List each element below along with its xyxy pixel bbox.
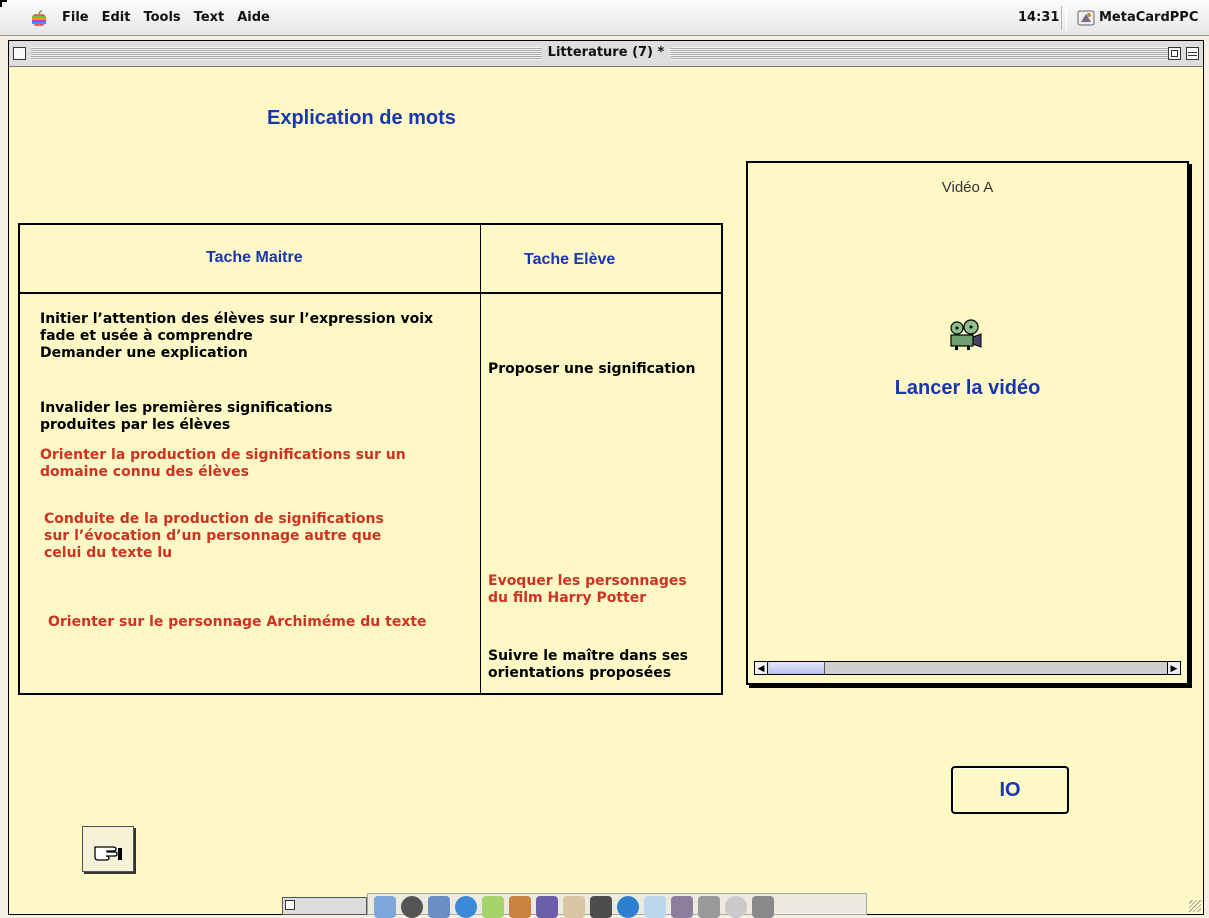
master-task-4: Conduite de la production de significati… [44, 511, 384, 562]
master-task-3: Orienter la production de significations… [40, 447, 406, 481]
apple-menu-icon[interactable] [30, 10, 48, 28]
launch-video-button[interactable]: Lancer la vidéo [748, 377, 1187, 400]
stack-window: Litterature (7) * Explication de mots Ta… [8, 40, 1204, 915]
menu-aide[interactable]: Aide [237, 10, 270, 25]
window-title: Litterature (7) * [541, 45, 671, 60]
menu-separator [1061, 6, 1067, 30]
task-line: Proposer une signification [488, 361, 696, 377]
video-horizontal-scrollbar[interactable]: ◀ ▶ [754, 661, 1181, 675]
task-line: Orienter la production de significations… [40, 447, 406, 463]
menu-tools[interactable]: Tools [143, 10, 180, 25]
zoom-box[interactable] [1168, 47, 1181, 60]
page-title: Explication de mots [267, 107, 456, 129]
scroll-left-arrow-icon[interactable]: ◀ [755, 662, 768, 674]
menu-edit[interactable]: Edit [102, 10, 131, 25]
video-title: Vidéo A [941, 179, 994, 196]
metacard-app-icon[interactable] [1077, 9, 1095, 27]
pointing-hand-icon [94, 846, 122, 861]
video-panel[interactable]: Vidéo A Lancer la vidéo ◀ ▶ [746, 161, 1189, 685]
master-task-1: Initier l’attention des élèves sur l’exp… [40, 311, 433, 362]
master-task-5: Orienter sur le personnage Archiméme du … [48, 614, 427, 631]
task-line: domaine connu des élèves [40, 464, 249, 480]
task-line: Initier l’attention des élèves sur l’exp… [40, 311, 434, 327]
menu-clock[interactable]: 14:31 [1018, 10, 1059, 25]
task-line: Invalider les premières significations [40, 400, 333, 416]
student-task-1: Proposer une signification [488, 361, 695, 378]
menu-bar: File Edit Tools Text Aide 14:31 MetaCard… [0, 0, 1209, 36]
minimized-window[interactable] [282, 897, 367, 915]
task-line: Suivre le maître dans ses [488, 648, 689, 664]
header-master: Tache Maitre [206, 249, 303, 266]
task-line: Conduite de la production de significati… [44, 511, 384, 527]
task-line: sur l’évocation d’un personnage autre qu… [44, 528, 382, 544]
master-task-2: Invalider les premières significations p… [40, 400, 333, 434]
task-line: orientations proposées [488, 665, 672, 681]
pointing-hand-button[interactable] [82, 826, 134, 872]
window-title-bar[interactable]: Litterature (7) * [9, 41, 1203, 67]
task-line: celui du texte lu [44, 545, 173, 561]
dock [367, 893, 867, 918]
task-line: Orienter sur le personnage Archiméme du … [48, 614, 427, 630]
table-column-divider [480, 225, 481, 693]
header-student: Tache Elève [524, 251, 616, 268]
film-projector-icon[interactable] [945, 319, 985, 351]
student-task-3: Suivre le maître dans ses orientations p… [488, 648, 688, 682]
scroll-thumb[interactable] [769, 662, 825, 674]
screen-corner [0, 0, 7, 7]
close-box[interactable] [13, 47, 26, 60]
task-line: produites par les élèves [40, 417, 231, 433]
task-line: Evoquer les personnages [488, 573, 687, 589]
task-table: Tache Maitre Tache Elève Initier l’atten… [18, 223, 723, 695]
task-line: fade et usée à comprendre [40, 328, 253, 344]
scroll-right-arrow-icon[interactable]: ▶ [1167, 662, 1180, 674]
collapse-box[interactable] [1186, 47, 1199, 60]
resize-grip-icon[interactable] [1189, 900, 1201, 912]
task-line: du film Harry Potter [488, 590, 647, 606]
menu-text[interactable]: Text [194, 10, 225, 25]
io-button[interactable]: IO [951, 766, 1069, 814]
table-header-divider [20, 292, 721, 294]
menu-file[interactable]: File [62, 10, 89, 25]
student-task-2: Evoquer les personnages du film Harry Po… [488, 573, 687, 607]
application-menu[interactable]: MetaCardPPC [1099, 10, 1198, 25]
task-line: Demander une explication [40, 345, 248, 361]
